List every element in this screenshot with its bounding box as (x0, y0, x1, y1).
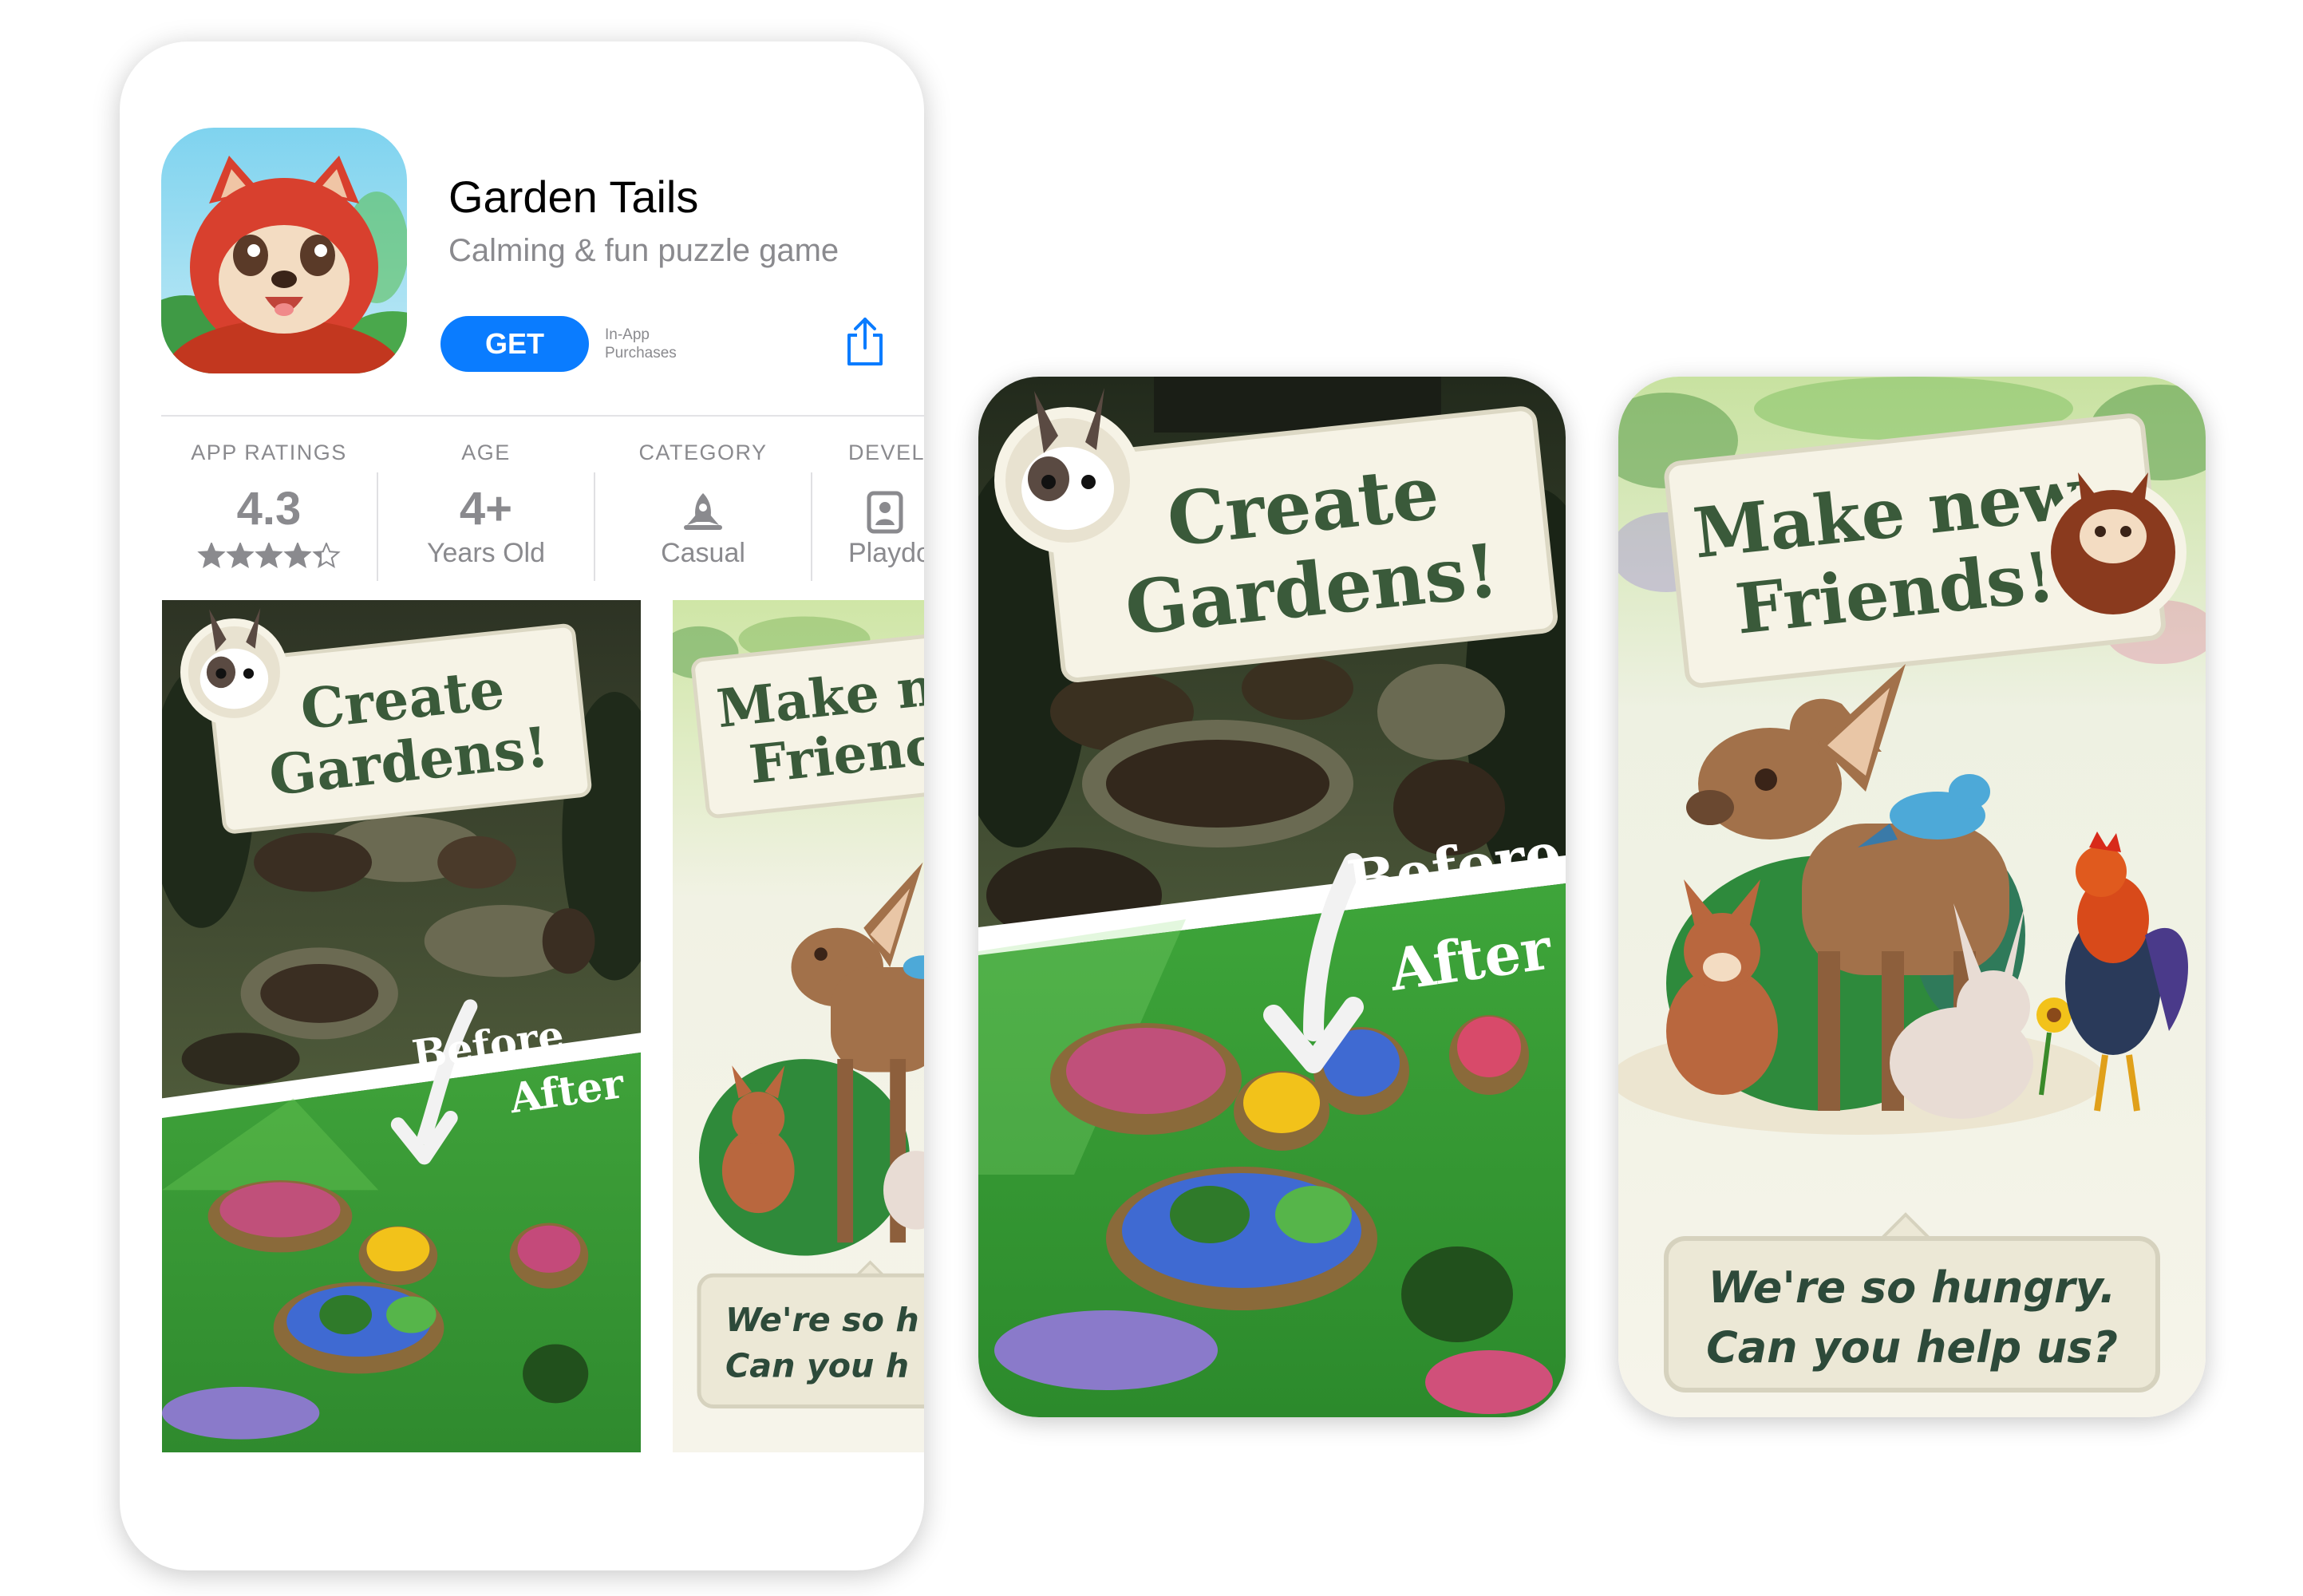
stat-age[interactable]: AGE 4+ Years Old (378, 440, 594, 569)
star-icon (226, 543, 255, 568)
app-subtitle: Calming & fun puzzle game (448, 233, 839, 268)
friends-partial-speech-line1: We're so h (725, 1301, 919, 1339)
gardens-card-illustration: Before After Create Gardens! (978, 377, 1566, 1417)
star-icon (312, 543, 341, 568)
stat-developer[interactable]: DEVEL Playdo (812, 440, 924, 569)
red-panda-icon (161, 128, 407, 373)
star-icon (197, 543, 226, 568)
app-store-listing: Garden Tails Calming & fun puzzle game G… (120, 41, 924, 1570)
star-icon (283, 543, 312, 568)
rocket-icon (684, 492, 722, 530)
friends-card-illustration: Make new Friends! We're so hungry. Can y… (1618, 377, 2206, 1417)
divider (161, 415, 924, 417)
app-icon[interactable] (161, 128, 407, 373)
share-icon[interactable] (844, 316, 886, 367)
card-make-new-friends[interactable]: Make new Friends! We're so hungry. Can y… (1618, 377, 2206, 1417)
gardens-illustration: Before After Create Gardens! (162, 600, 641, 1452)
star-rating (161, 543, 377, 568)
friends-speech-line1: We're so hungry. (1708, 1262, 2116, 1313)
screenshot-create-gardens[interactable]: Before After Create Gardens! (162, 600, 641, 1452)
card-create-gardens[interactable]: Before After Create Gardens! (978, 377, 1566, 1417)
screenshot-make-friends-partial[interactable]: Make n Frienc We're so h Can you h (673, 600, 924, 1452)
developer-icon (867, 491, 903, 534)
get-button[interactable]: GET (440, 316, 589, 372)
app-title: Garden Tails (448, 172, 699, 222)
stat-category[interactable]: CATEGORY Casual (595, 440, 811, 569)
friends-illustration: Make n Frienc We're so h Can you h (673, 600, 924, 1452)
friends-partial-speech-line2: Can you h (725, 1347, 909, 1385)
in-app-purchases-note: In-App Purchases (605, 326, 677, 361)
star-icon (255, 543, 283, 568)
friends-speech-line2: Can you help us? (1706, 1322, 2118, 1373)
stat-ratings[interactable]: APP RATINGS 4.3 (161, 440, 377, 568)
